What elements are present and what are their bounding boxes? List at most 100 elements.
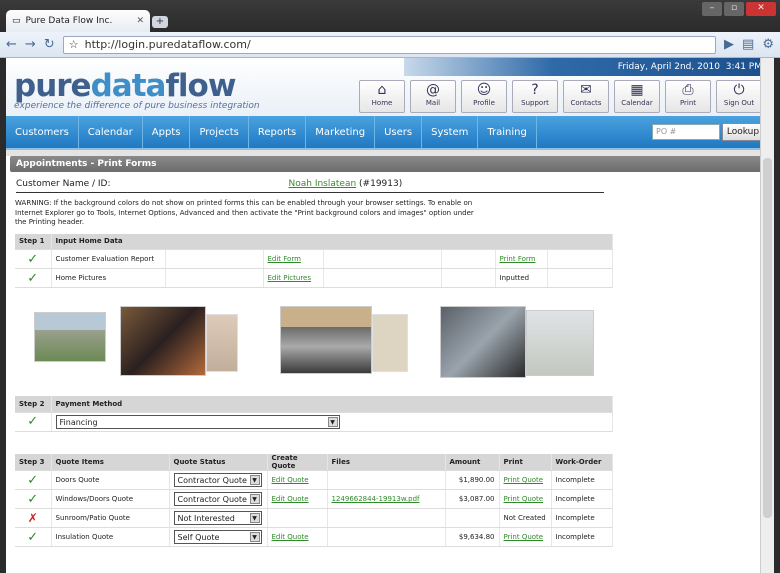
logo-pre: pure — [14, 68, 92, 104]
po-search-input[interactable]: PO # — [652, 124, 720, 140]
step1-table: Step 1 Input Home Data ✓ Customer Evaluati… — [15, 233, 613, 288]
quote-status-select[interactable]: Self Quote ▼ — [173, 530, 262, 544]
forward-icon[interactable]: → — [25, 37, 36, 52]
date-text: Friday, April 2nd, 2010 — [617, 62, 720, 72]
payment-value: Financing — [59, 417, 98, 427]
icon-label: Contacts — [570, 99, 602, 107]
back-icon[interactable]: ← — [6, 37, 17, 52]
reload-icon[interactable]: ↻ — [44, 37, 55, 52]
quote-item: Doors Quote — [51, 470, 170, 490]
header-contacts-button[interactable]: ✉ Contacts — [563, 80, 609, 113]
step3-label: Step 3 — [15, 454, 52, 471]
home-pictures — [6, 288, 774, 396]
print-icon: ⎙ — [682, 82, 694, 98]
row-label: Customer Evaluation Report — [51, 249, 166, 269]
url-text: http://login.puredataflow.com/ — [84, 38, 251, 51]
col-header: Files — [327, 454, 446, 471]
menu-item-system[interactable]: System — [422, 116, 479, 148]
header-icon-row: ⌂ Home @ Mail ☺ Profile? Support ✉ Contacts ▦ Cale… — [359, 80, 762, 113]
edit-pictures-link[interactable]: Edit Pictures — [268, 274, 312, 282]
edit-quote-link[interactable]: Edit Quote — [272, 476, 309, 484]
quote-status-select[interactable]: Contractor Quote ▼ — [173, 473, 262, 487]
col-header: Quote Items — [51, 454, 170, 471]
edit-quote-link[interactable]: Edit Quote — [272, 533, 309, 541]
print-quote-link[interactable]: Print Quote — [504, 476, 544, 484]
check-icon: ✓ — [15, 249, 52, 269]
tagline: experience the difference of pure busine… — [14, 101, 260, 111]
quote-status-select[interactable]: Not Interested ▼ — [173, 511, 262, 525]
new-tab-button[interactable]: + — [152, 16, 168, 28]
header-support-button[interactable]: ? Support — [512, 80, 558, 113]
wrench-icon[interactable]: ⚙ — [762, 37, 774, 52]
payment-method-select[interactable]: Financing ▼ — [55, 414, 340, 429]
profile-icon: ☺ — [476, 82, 492, 98]
dropdown-arrow-icon[interactable]: ▼ — [327, 416, 338, 427]
dropdown-arrow-icon[interactable]: ▼ — [249, 513, 260, 523]
dropdown-arrow-icon[interactable]: ▼ — [249, 475, 260, 485]
page: Friday, April 2nd, 2010 3:41 PM puredata… — [6, 58, 774, 573]
icon-label: Calendar — [621, 99, 653, 107]
file-link[interactable]: 1249662844-19913w.pdf — [332, 495, 420, 503]
siding-photo[interactable] — [440, 306, 526, 378]
quote-item: Windows/Doors Quote — [51, 489, 170, 509]
customer-name-link[interactable]: Noah Inslatean — [289, 179, 357, 189]
header-sign-out-button[interactable]: ⏻ Sign Out — [716, 80, 762, 113]
siding-photo-2[interactable] — [526, 310, 594, 376]
star-icon[interactable]: ☆ — [69, 38, 79, 51]
address-bar[interactable]: ☆ http://login.puredataflow.com/ — [62, 35, 717, 54]
lookup-button[interactable]: Lookup — [722, 123, 764, 141]
icon-label: Support — [521, 99, 549, 107]
scroll-thumb[interactable] — [763, 158, 772, 518]
support-icon: ? — [531, 82, 539, 98]
house-photo[interactable] — [34, 312, 106, 362]
header-profile-button[interactable]: ☺ Profile — [461, 80, 507, 113]
stove-photo[interactable] — [120, 306, 206, 376]
close-tab-icon[interactable]: ✕ — [136, 16, 144, 26]
print-quote-link[interactable]: Print Quote — [504, 495, 544, 503]
attic-photo[interactable] — [280, 306, 372, 374]
stove-photo-2[interactable] — [206, 314, 238, 372]
print-quote-link[interactable]: Print Quote — [504, 533, 544, 541]
go-icon[interactable]: ▶ — [724, 37, 734, 52]
tab-title: Pure Data Flow Inc. — [25, 16, 113, 26]
date-bar: Friday, April 2nd, 2010 3:41 PM — [404, 58, 774, 76]
col-header: Print — [499, 454, 552, 471]
page-icon: ▭ — [12, 16, 21, 26]
dropdown-arrow-icon[interactable]: ▼ — [249, 532, 260, 542]
minimize-button[interactable]: – — [702, 2, 722, 16]
header-print-button[interactable]: ⎙ Print — [665, 80, 711, 113]
print-form-link[interactable]: Print Form — [500, 255, 536, 263]
menu-item-users[interactable]: Users — [375, 116, 423, 148]
header-home-button[interactable]: ⌂ Home — [359, 80, 405, 113]
browser-tab[interactable]: ▭ Pure Data Flow Inc. ✕ — [6, 10, 150, 32]
status-value: Contractor Quote — [177, 476, 247, 485]
menu-item-appts[interactable]: Appts — [143, 116, 191, 148]
attic-photo-2[interactable] — [372, 314, 408, 372]
col-header: Amount — [445, 454, 500, 471]
logo[interactable]: puredataflow experience the difference o… — [14, 68, 260, 111]
dropdown-arrow-icon[interactable]: ▼ — [249, 494, 260, 504]
menu-item-reports[interactable]: Reports — [249, 116, 307, 148]
scrollbar[interactable] — [760, 58, 774, 573]
col-header: Quote Status — [169, 454, 268, 471]
header-calendar-button[interactable]: ▦ Calendar — [614, 80, 660, 113]
menu-item-marketing[interactable]: Marketing — [306, 116, 376, 148]
cross-icon: ✗ — [15, 508, 52, 528]
menu-item-customers[interactable]: Customers — [6, 116, 79, 148]
maximize-button[interactable]: ▫ — [724, 2, 744, 16]
page-menu-icon[interactable]: ▤ — [742, 37, 754, 52]
edit-form-link[interactable]: Edit Form — [268, 255, 301, 263]
menu-item-projects[interactable]: Projects — [190, 116, 249, 148]
mail-icon: @ — [426, 82, 440, 98]
table-row: ✓ Doors Quote Contractor Quote ▼ Edit Quote $… — [15, 470, 613, 490]
menu-item-calendar[interactable]: Calendar — [79, 116, 143, 148]
sign-out-icon: ⏻ — [733, 82, 745, 98]
time-text: 3:41 PM — [725, 62, 762, 72]
amount: $3,087.00 — [445, 489, 500, 509]
close-window-button[interactable]: ✕ — [746, 2, 776, 16]
work-order-status: Incomplete — [551, 470, 613, 490]
menu-item-training[interactable]: Training — [478, 116, 537, 148]
quote-status-select[interactable]: Contractor Quote ▼ — [173, 492, 262, 506]
edit-quote-link[interactable]: Edit Quote — [272, 495, 309, 503]
header-mail-button[interactable]: @ Mail — [410, 80, 456, 113]
